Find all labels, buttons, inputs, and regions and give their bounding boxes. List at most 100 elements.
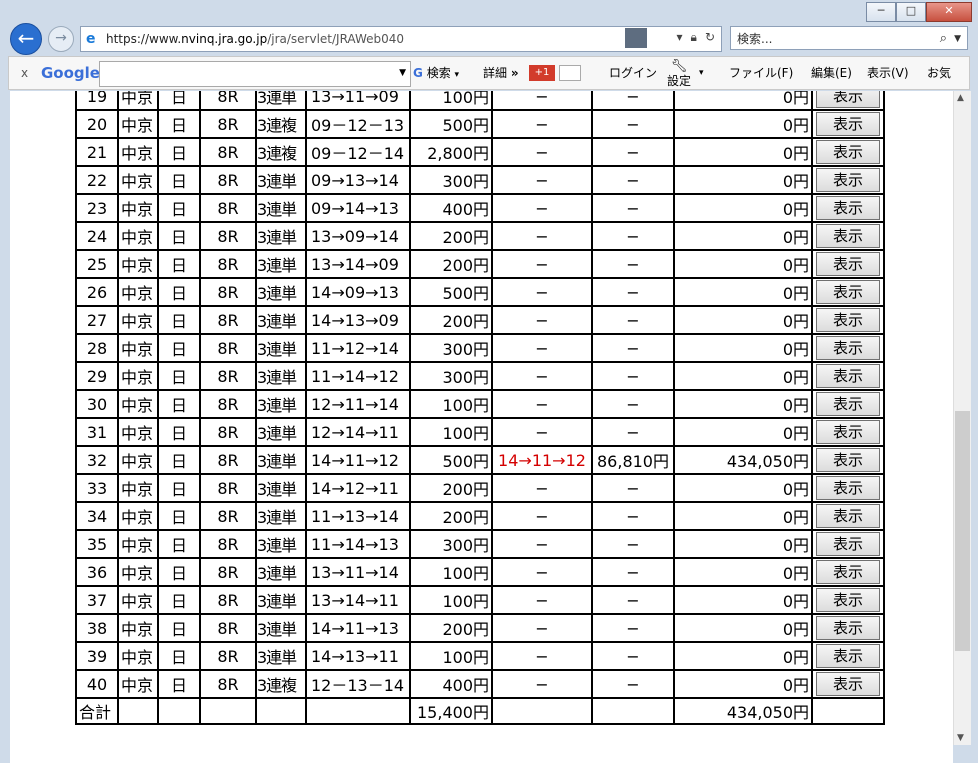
menu-view[interactable]: 表示(V) [867,57,909,89]
show-button[interactable]: 表示 [816,168,880,192]
show-button[interactable]: 表示 [816,364,880,388]
cell-action: 表示 [812,166,884,194]
cell-no: 37 [76,586,118,614]
cell-ret: 0円 [674,502,812,530]
cell-odds: − [592,530,674,558]
scroll-up-icon[interactable]: ▲ [957,93,964,103]
menu-file[interactable]: ファイル(F) [729,57,793,89]
forward-button[interactable]: → [48,26,74,52]
show-button[interactable]: 表示 [816,672,880,696]
cell-ret: 0円 [674,166,812,194]
cell-odds: − [592,278,674,306]
show-button[interactable]: 表示 [816,140,880,164]
cell-day: 日 [158,306,200,334]
cell-race: 8R [200,446,256,474]
show-button[interactable]: 表示 [816,476,880,500]
cell-hit: − [492,222,592,250]
cell-place: 中京 [118,222,158,250]
cell-action: 表示 [812,194,884,222]
cell-combo: 09－12－13 [306,110,410,138]
show-button[interactable]: 表示 [816,504,880,528]
cell-place: 中京 [118,91,158,110]
cell-action: 表示 [812,390,884,418]
cell-no: 27 [76,306,118,334]
show-button[interactable]: 表示 [816,448,880,472]
search-icon[interactable]: ⌕ [940,27,947,51]
cell-hit: − [492,91,592,110]
chevron-down-icon[interactable]: ▾ [699,57,704,89]
show-button[interactable]: 表示 [816,112,880,136]
cell-hit: − [492,474,592,502]
google-search-label: 検索 [426,66,451,80]
cell-hit: − [492,670,592,698]
details-button[interactable]: 詳細 » [483,57,519,89]
cell-hit: − [492,586,592,614]
back-button[interactable]: ← [10,23,42,55]
cell-no: 31 [76,418,118,446]
cell-race: 8R [200,334,256,362]
address-bar[interactable]: e https://www. nvinq.jra.go.jp/jra/servle… [80,26,722,52]
settings-button[interactable]: 🔧︎ 設定 [667,59,691,89]
cell-kind: 3連単 [256,334,306,362]
cell-ret: 434,050円 [674,446,812,474]
login-button[interactable]: ログイン [609,57,657,89]
table-row: 23 中京日 8R 3連単 09→14→13 400円 − −0円 表示 [76,194,884,222]
cell-place: 中京 [118,502,158,530]
cell-race: 8R [200,586,256,614]
show-button[interactable]: 表示 [816,616,880,640]
show-button[interactable]: 表示 [816,280,880,304]
cell-ret: 0円 [674,334,812,362]
cell-no: 40 [76,670,118,698]
show-button[interactable]: 表示 [816,196,880,220]
cell-day: 日 [158,222,200,250]
show-button[interactable]: 表示 [816,252,880,276]
cell-amount: 2,800円 [410,138,492,166]
cell-no: 34 [76,502,118,530]
cell-odds: − [592,586,674,614]
show-button[interactable]: 表示 [816,644,880,668]
cell-place: 中京 [118,390,158,418]
cell-no: 33 [76,474,118,502]
show-button[interactable]: 表示 [816,560,880,584]
show-button[interactable]: 表示 [816,588,880,612]
cell-no: 28 [76,334,118,362]
cell-hit: − [492,278,592,306]
table-row: 34 中京日 8R 3連単 11→13→14 200円 − −0円 表示 [76,502,884,530]
show-button[interactable]: 表示 [816,308,880,332]
maximize-button[interactable]: □ [896,2,926,22]
toolbar-close-button[interactable]: x [21,57,28,89]
close-window-button[interactable]: ✕ [926,2,972,22]
search-input[interactable]: 検索... ⌕ ▼ [730,26,968,50]
cell-ret: 0円 [674,586,812,614]
show-button[interactable]: 表示 [816,336,880,360]
google-search-button[interactable]: G 検索 ▾ [413,57,459,91]
minimize-button[interactable]: ─ [866,2,896,22]
cell-combo: 11→14→13 [306,530,410,558]
show-button[interactable]: 表示 [816,420,880,444]
scrollbar-thumb[interactable] [955,411,970,651]
plus-one-button[interactable]: +1 [529,65,555,81]
cell-no: 38 [76,614,118,642]
chevron-down-icon[interactable]: ▼ [399,62,406,84]
cell-combo: 13→09→14 [306,222,410,250]
google-search-input[interactable]: ▼ [99,61,411,87]
menu-favorites[interactable]: お気 [927,57,951,89]
cell-day: 日 [158,390,200,418]
window-controls: ─ □ ✕ [866,2,972,22]
cell-kind: 3連単 [256,222,306,250]
show-button[interactable]: 表示 [816,224,880,248]
vertical-scrollbar[interactable]: ▲ ▼ [953,91,971,745]
refresh-icon[interactable]: ↻ [705,30,715,45]
scroll-down-icon[interactable]: ▼ [957,733,964,743]
cell-amount: 300円 [410,530,492,558]
chevron-down-icon[interactable]: ▼ [954,27,961,51]
cell-place: 中京 [118,334,158,362]
toggle-switch[interactable] [559,65,581,81]
cell-combo: 14→11→13 [306,614,410,642]
dropdown-icon[interactable]: ▾ [677,30,683,45]
lock-icon[interactable]: 🔒︎ [691,30,697,45]
show-button[interactable]: 表示 [816,91,880,108]
show-button[interactable]: 表示 [816,532,880,556]
show-button[interactable]: 表示 [816,392,880,416]
menu-edit[interactable]: 編集(E) [811,57,852,89]
